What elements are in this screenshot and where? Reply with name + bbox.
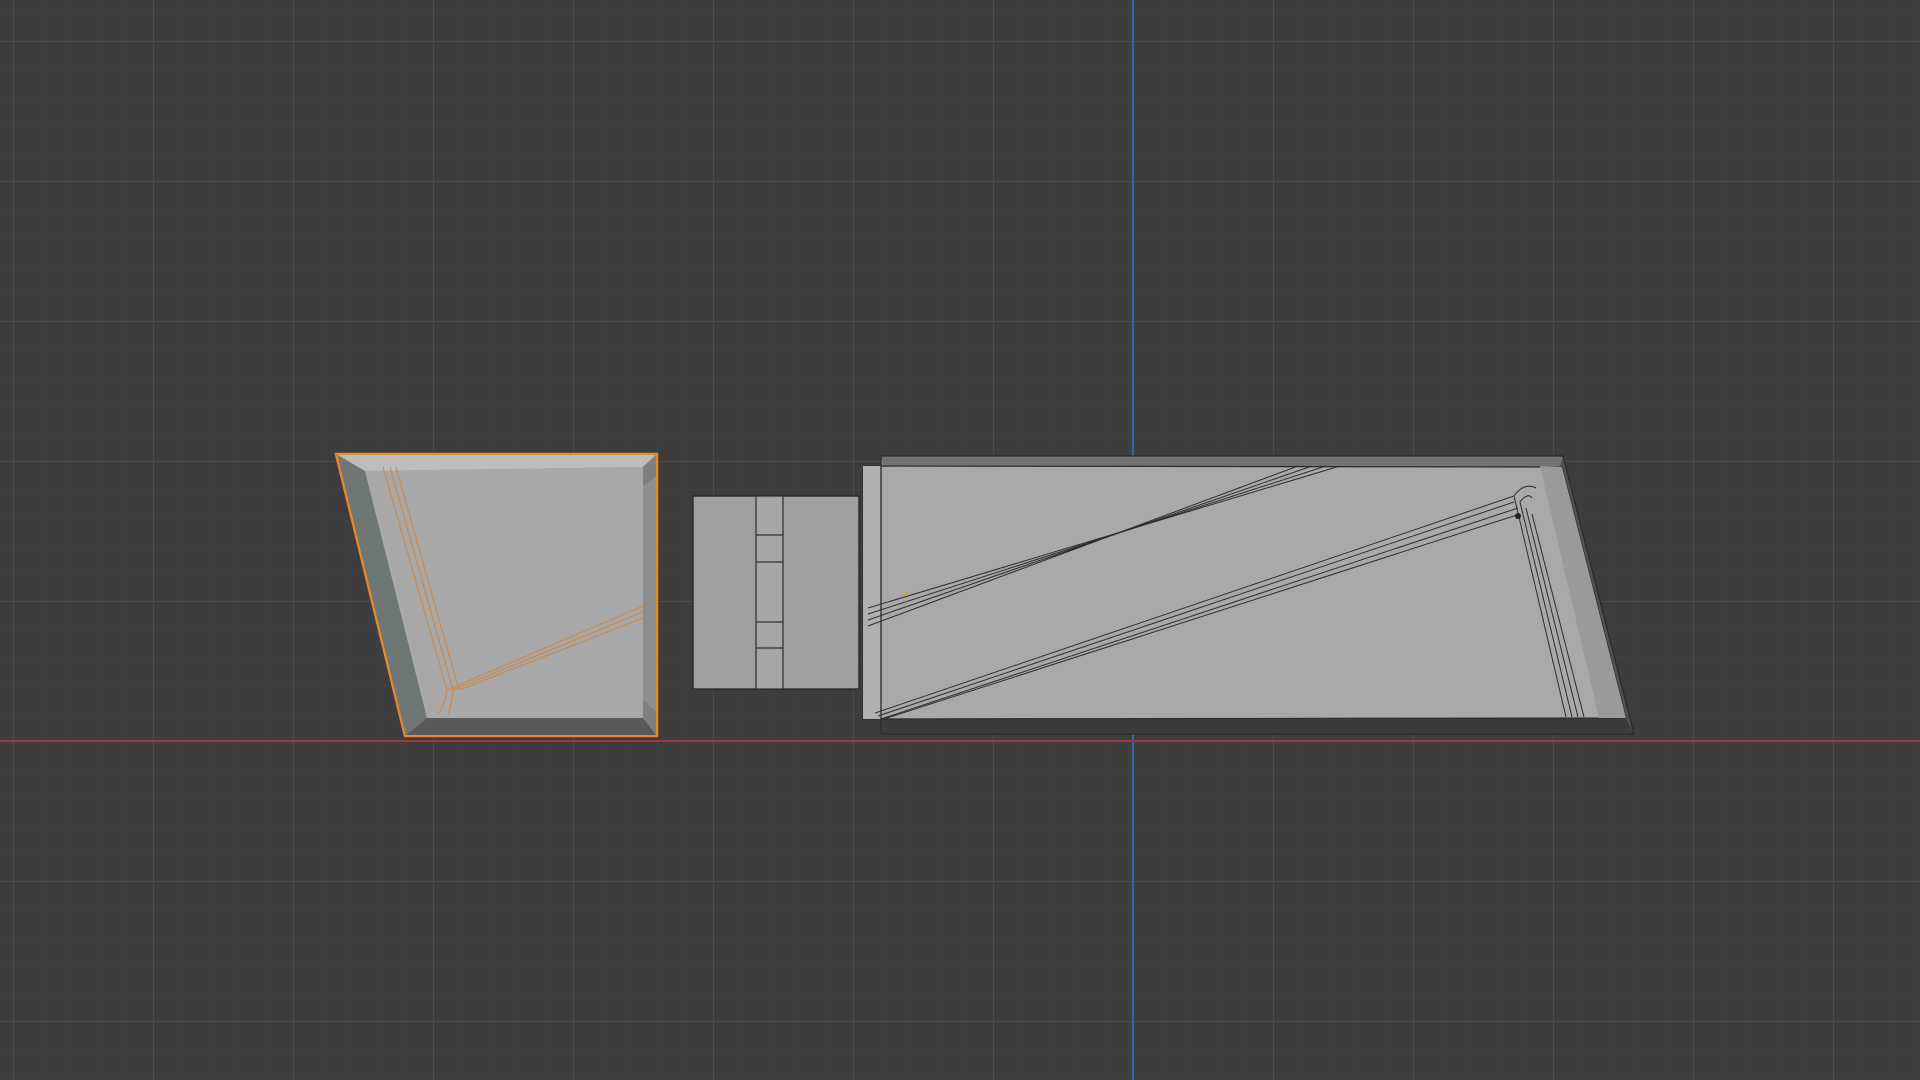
connector-block[interactable] [692, 495, 860, 690]
viewport-canvas[interactable] [0, 0, 1920, 1080]
3d-viewport[interactable] [0, 0, 1920, 1080]
main-body[interactable] [862, 455, 1635, 735]
